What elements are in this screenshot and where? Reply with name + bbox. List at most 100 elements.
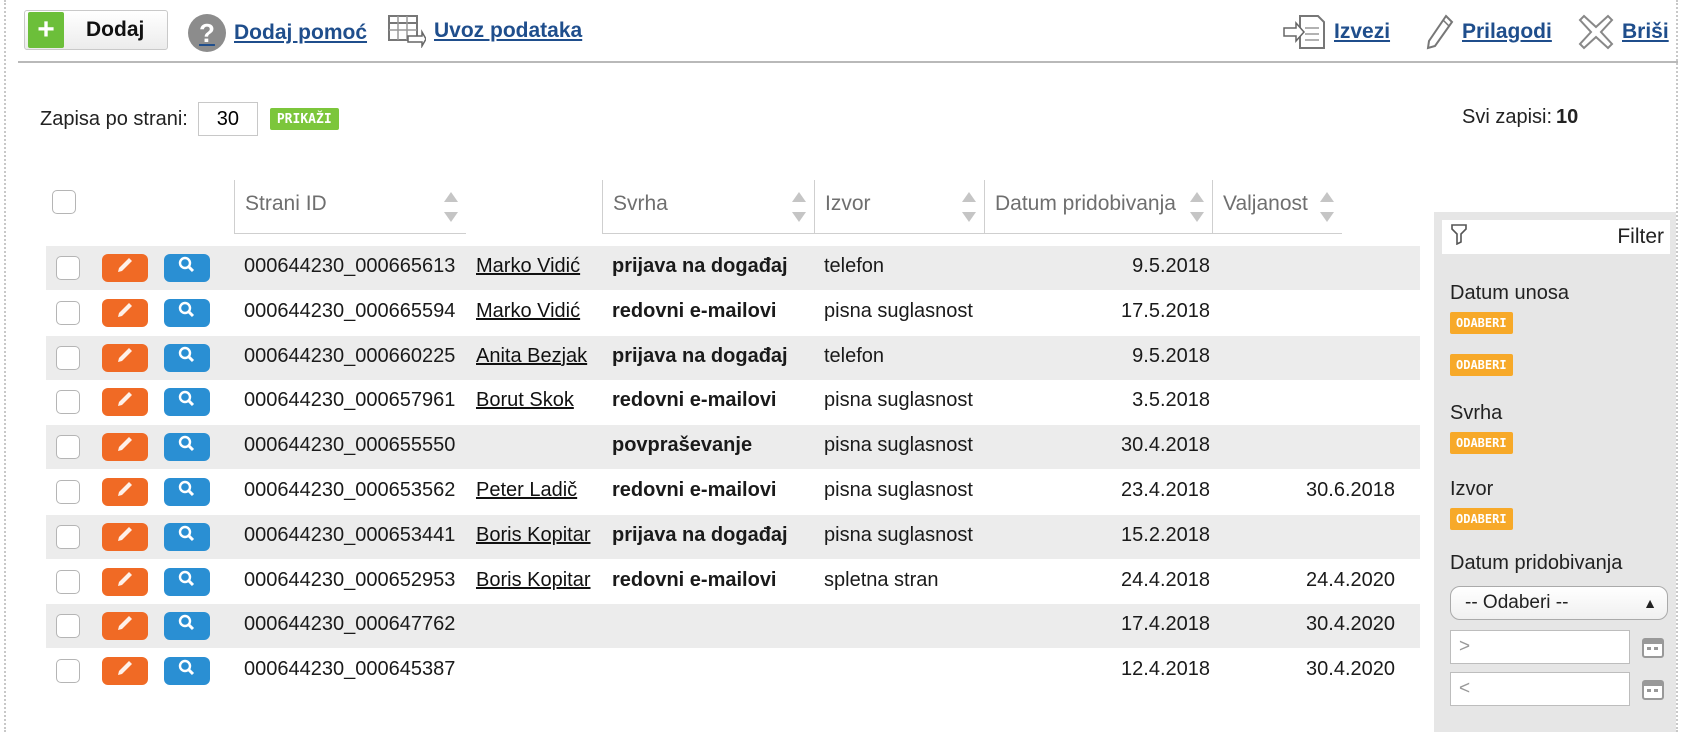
col-header-purpose[interactable]: Svrha xyxy=(602,180,814,234)
edit-button[interactable] xyxy=(102,343,148,372)
choose-button-source[interactable]: ODABERI xyxy=(1450,508,1513,530)
add-button[interactable]: + Dodaj xyxy=(24,10,168,50)
select-all-checkbox[interactable] xyxy=(52,190,76,214)
row-checkbox[interactable] xyxy=(56,300,80,325)
cell-contact-name[interactable]: Boris Kopitar xyxy=(476,524,591,547)
table-row[interactable]: 000644230_000647762 17.4.2018 30.4.2020 xyxy=(46,604,1420,649)
cell-contact-name[interactable]: Anita Bezjak xyxy=(476,345,587,368)
cell-foreign-id: 000644230_000653562 xyxy=(244,479,456,501)
paging-controls: Zapisa po strani: PRIKAŽI xyxy=(40,102,339,136)
calendar-icon[interactable] xyxy=(1642,678,1664,700)
edit-button[interactable] xyxy=(102,388,148,417)
edit-button[interactable] xyxy=(102,433,148,462)
export-link[interactable]: Izvezi xyxy=(1282,14,1390,50)
date-to-input[interactable]: < xyxy=(1450,672,1630,706)
help-link[interactable]: ? Dodaj pomoć xyxy=(188,14,367,52)
delete-x-icon xyxy=(1578,14,1614,50)
customize-link-label: Prilagodi xyxy=(1462,20,1552,43)
table-row[interactable]: 000644230_000665613 Marko Vidić prijava na… xyxy=(46,246,1420,290)
row-checkbox[interactable] xyxy=(56,256,80,280)
row-checkbox[interactable] xyxy=(56,480,80,504)
row-checkbox[interactable] xyxy=(56,435,80,460)
choose-button-purpose[interactable]: ODABERI xyxy=(1450,432,1513,454)
table-row[interactable]: 000644230_000652953 Boris Kopitar redovni … xyxy=(46,560,1420,604)
sort-icon[interactable] xyxy=(1320,192,1334,226)
table-row[interactable]: 000644230_000665594 Marko Vidić redovni e-… xyxy=(46,291,1420,335)
view-button[interactable] xyxy=(164,478,210,506)
row-checkbox[interactable] xyxy=(56,659,80,684)
table-import-icon xyxy=(388,14,426,48)
customize-link[interactable]: Prilagodi xyxy=(1426,14,1552,50)
filter-header[interactable]: Filter xyxy=(1442,220,1670,254)
cell-validity: 24.4.2020 xyxy=(1306,568,1395,591)
total-records: Svi zapisi: 10 xyxy=(1462,106,1578,129)
date-from-input[interactable]: > xyxy=(1450,630,1630,664)
cell-purpose: prijava na događaj xyxy=(612,523,788,546)
cell-foreign-id: 000644230_000665594 xyxy=(244,299,456,322)
view-button[interactable] xyxy=(164,522,210,551)
row-checkbox[interactable] xyxy=(56,614,80,639)
edit-button[interactable] xyxy=(102,254,148,282)
right-border xyxy=(1676,0,1678,732)
cell-date-obtained: 17.4.2018 xyxy=(1121,613,1210,636)
table-row[interactable]: 000644230_000660225 Anita Bezjak prijava n… xyxy=(46,335,1420,380)
cell-contact-name[interactable]: Marko Vidić xyxy=(476,255,580,278)
sort-icon[interactable] xyxy=(1190,192,1204,226)
col-header-source[interactable]: Izvor xyxy=(814,180,984,234)
table-row[interactable]: 000644230_000653562 Peter Ladič redovni e-… xyxy=(46,470,1420,514)
edit-button[interactable] xyxy=(102,522,148,551)
row-checkbox[interactable] xyxy=(56,524,80,549)
edit-button[interactable] xyxy=(102,567,148,596)
filter-purpose-label: Svrha xyxy=(1450,402,1503,424)
col-header-validity[interactable]: Valjanost xyxy=(1212,180,1342,234)
per-page-input[interactable] xyxy=(197,102,258,136)
plus-icon: + xyxy=(28,12,64,48)
cell-purpose: prijava na događaj xyxy=(612,255,788,277)
view-button[interactable] xyxy=(164,567,210,596)
filter-source-label: Izvor xyxy=(1450,478,1494,500)
col-header-date-obtained[interactable]: Datum pridobivanja xyxy=(984,180,1212,234)
view-button[interactable] xyxy=(164,388,210,417)
pencil-icon xyxy=(116,570,134,594)
date-obtained-select[interactable]: -- Odaberi -- ▲ xyxy=(1450,586,1668,620)
view-button[interactable] xyxy=(164,254,210,282)
col-header-foreign-id-label: Strani ID xyxy=(245,192,327,215)
sort-icon[interactable] xyxy=(792,192,806,226)
pencil-icon xyxy=(116,480,134,504)
table-row[interactable]: 000644230_000653441 Boris Kopitar prijava … xyxy=(46,514,1420,559)
choose-button-date-entered[interactable]: ODABERI xyxy=(1450,312,1513,334)
cell-foreign-id: 000644230_000660225 xyxy=(244,344,456,367)
import-link[interactable]: Uvoz podataka xyxy=(388,14,582,48)
table-row[interactable]: 000644230_000655550 povpraševanje pisna su… xyxy=(46,425,1420,470)
cell-contact-name[interactable]: Peter Ladič xyxy=(476,479,577,502)
edit-button[interactable] xyxy=(102,612,148,641)
edit-button[interactable] xyxy=(102,657,148,686)
sort-icon[interactable] xyxy=(444,192,458,226)
edit-button[interactable] xyxy=(102,478,148,506)
table-row[interactable]: 000644230_000645387 12.4.2018 30.4.2020 xyxy=(46,649,1420,693)
sort-icon[interactable] xyxy=(962,192,976,226)
row-checkbox[interactable] xyxy=(56,345,80,370)
view-button[interactable] xyxy=(164,657,210,686)
edit-button[interactable] xyxy=(102,298,148,327)
magnifier-icon xyxy=(177,614,197,638)
cell-source: telefon xyxy=(824,255,885,277)
magnifier-icon xyxy=(177,256,197,280)
row-checkbox[interactable] xyxy=(56,390,80,415)
view-button[interactable] xyxy=(164,433,210,462)
view-button[interactable] xyxy=(164,298,210,327)
view-button[interactable] xyxy=(164,612,210,641)
cell-contact-name[interactable]: Borut Skok xyxy=(476,389,574,412)
cell-contact-name[interactable]: Marko Vidić xyxy=(476,300,580,323)
view-button[interactable] xyxy=(164,343,210,372)
cell-contact-name[interactable]: Boris Kopitar xyxy=(476,569,591,592)
table-row[interactable]: 000644230_000657961 Borut Skok redovni e-m… xyxy=(46,380,1420,424)
show-button[interactable]: PRIKAŽI xyxy=(269,108,339,130)
row-checkbox[interactable] xyxy=(56,569,80,594)
delete-link-label: Briši xyxy=(1622,20,1669,43)
delete-link[interactable]: Briši xyxy=(1578,14,1669,50)
calendar-icon[interactable] xyxy=(1642,636,1664,658)
choose-button-secondary[interactable]: ODABERI xyxy=(1450,354,1513,376)
col-header-foreign-id[interactable]: Strani ID xyxy=(234,180,466,234)
magnifier-icon xyxy=(177,346,197,370)
